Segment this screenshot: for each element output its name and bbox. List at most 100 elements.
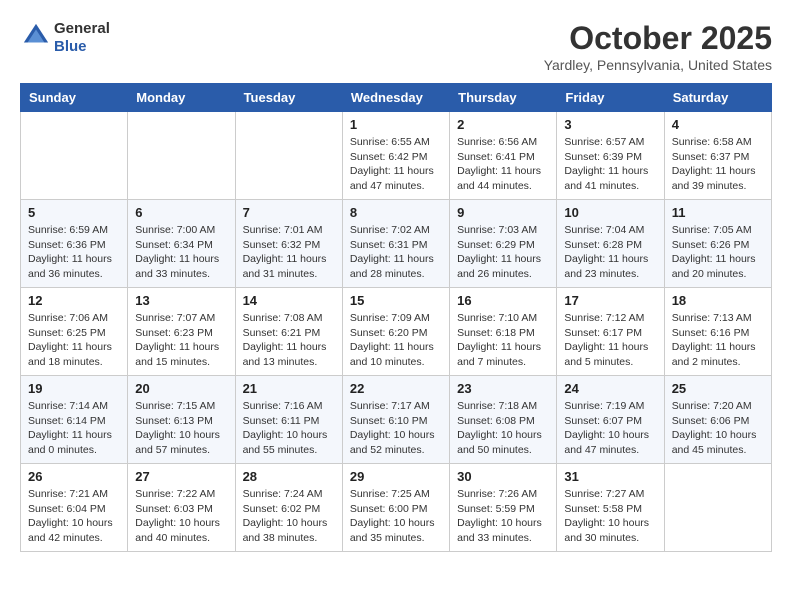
day-cell: 30Sunrise: 7:26 AM Sunset: 5:59 PM Dayli… — [450, 464, 557, 552]
day-number: 11 — [672, 205, 764, 220]
day-info: Sunrise: 6:55 AM Sunset: 6:42 PM Dayligh… — [350, 135, 442, 194]
day-cell: 28Sunrise: 7:24 AM Sunset: 6:02 PM Dayli… — [235, 464, 342, 552]
day-number: 13 — [135, 293, 227, 308]
day-cell: 14Sunrise: 7:08 AM Sunset: 6:21 PM Dayli… — [235, 288, 342, 376]
day-info: Sunrise: 7:20 AM Sunset: 6:06 PM Dayligh… — [672, 399, 764, 458]
day-info: Sunrise: 7:18 AM Sunset: 6:08 PM Dayligh… — [457, 399, 549, 458]
day-cell: 31 Sunrise: 7:27 AM Sunset: 5:58 PM Dayli… — [557, 464, 664, 552]
week-row-3: 12 Sunrise: 7:06 AM Sunset: 6:25 PM Dayli… — [21, 288, 772, 376]
day-info: Sunrise: 7:07 AM Sunset: 6:23 PM Dayligh… — [135, 311, 227, 370]
day-info: Sunrise: 7:03 AM Sunset: 6:29 PM Dayligh… — [457, 223, 549, 282]
day-number: 28 — [243, 469, 335, 484]
day-number: 31 — [564, 469, 656, 484]
day-number: 2 — [457, 117, 549, 132]
day-info: Sunrise: 7:15 AM Sunset: 6:13 PM Dayligh… — [135, 399, 227, 458]
weekday-header-row: SundayMondayTuesdayWednesdayThursdayFrid… — [21, 84, 772, 112]
weekday-header-monday: Monday — [128, 84, 235, 112]
day-number: 20 — [135, 381, 227, 396]
day-number: 8 — [350, 205, 442, 220]
day-number: 25 — [672, 381, 764, 396]
day-cell — [128, 112, 235, 200]
day-info: Sunrise: 7:27 AM Sunset: 5:58 PM Dayligh… — [564, 487, 656, 546]
day-info: Sunrise: 7:22 AM Sunset: 6:03 PM Dayligh… — [135, 487, 227, 546]
week-row-2: 5 Sunrise: 6:59 AM Sunset: 6:36 PM Daylig… — [21, 200, 772, 288]
day-cell: 16Sunrise: 7:10 AM Sunset: 6:18 PM Dayli… — [450, 288, 557, 376]
day-info: Sunrise: 7:10 AM Sunset: 6:18 PM Dayligh… — [457, 311, 549, 370]
day-cell: 1Sunrise: 6:55 AM Sunset: 6:42 PM Daylig… — [342, 112, 449, 200]
day-cell: 18 Sunrise: 7:13 AM Sunset: 6:16 PM Dayli… — [664, 288, 771, 376]
day-cell: 17 Sunrise: 7:12 AM Sunset: 6:17 PM Dayli… — [557, 288, 664, 376]
day-number: 3 — [564, 117, 656, 132]
day-number: 15 — [350, 293, 442, 308]
day-cell: 12 Sunrise: 7:06 AM Sunset: 6:25 PM Dayli… — [21, 288, 128, 376]
day-cell: 25 Sunrise: 7:20 AM Sunset: 6:06 PM Dayli… — [664, 376, 771, 464]
page-header: General Blue October 2025 Yardley, Penns… — [20, 20, 772, 73]
day-info: Sunrise: 7:25 AM Sunset: 6:00 PM Dayligh… — [350, 487, 442, 546]
day-number: 19 — [28, 381, 120, 396]
day-number: 12 — [28, 293, 120, 308]
day-number: 17 — [564, 293, 656, 308]
day-info: Sunrise: 7:08 AM Sunset: 6:21 PM Dayligh… — [243, 311, 335, 370]
day-info: Sunrise: 6:57 AM Sunset: 6:39 PM Dayligh… — [564, 135, 656, 194]
day-info: Sunrise: 7:00 AM Sunset: 6:34 PM Dayligh… — [135, 223, 227, 282]
weekday-header-friday: Friday — [557, 84, 664, 112]
weekday-header-wednesday: Wednesday — [342, 84, 449, 112]
logo-general: General — [54, 20, 110, 38]
week-row-4: 19 Sunrise: 7:14 AM Sunset: 6:14 PM Dayli… — [21, 376, 772, 464]
day-info: Sunrise: 7:12 AM Sunset: 6:17 PM Dayligh… — [564, 311, 656, 370]
day-info: Sunrise: 7:14 AM Sunset: 6:14 PM Dayligh… — [28, 399, 120, 458]
day-cell: 19 Sunrise: 7:14 AM Sunset: 6:14 PM Dayli… — [21, 376, 128, 464]
week-row-1: 1Sunrise: 6:55 AM Sunset: 6:42 PM Daylig… — [21, 112, 772, 200]
day-cell: 3 Sunrise: 6:57 AM Sunset: 6:39 PM Daylig… — [557, 112, 664, 200]
day-cell: 7Sunrise: 7:01 AM Sunset: 6:32 PM Daylig… — [235, 200, 342, 288]
day-number: 6 — [135, 205, 227, 220]
day-number: 23 — [457, 381, 549, 396]
day-info: Sunrise: 7:26 AM Sunset: 5:59 PM Dayligh… — [457, 487, 549, 546]
day-info: Sunrise: 6:59 AM Sunset: 6:36 PM Dayligh… — [28, 223, 120, 282]
day-number: 29 — [350, 469, 442, 484]
day-number: 7 — [243, 205, 335, 220]
day-info: Sunrise: 6:58 AM Sunset: 6:37 PM Dayligh… — [672, 135, 764, 194]
weekday-header-sunday: Sunday — [21, 84, 128, 112]
day-info: Sunrise: 6:56 AM Sunset: 6:41 PM Dayligh… — [457, 135, 549, 194]
day-cell: 22Sunrise: 7:17 AM Sunset: 6:10 PM Dayli… — [342, 376, 449, 464]
weekday-header-saturday: Saturday — [664, 84, 771, 112]
day-cell — [664, 464, 771, 552]
day-cell: 24 Sunrise: 7:19 AM Sunset: 6:07 PM Dayli… — [557, 376, 664, 464]
day-number: 27 — [135, 469, 227, 484]
day-info: Sunrise: 7:06 AM Sunset: 6:25 PM Dayligh… — [28, 311, 120, 370]
day-cell: 23 Sunrise: 7:18 AM Sunset: 6:08 PM Dayli… — [450, 376, 557, 464]
day-cell: 4 Sunrise: 6:58 AM Sunset: 6:37 PM Daylig… — [664, 112, 771, 200]
day-cell: 9 Sunrise: 7:03 AM Sunset: 6:29 PM Daylig… — [450, 200, 557, 288]
day-cell: 6 Sunrise: 7:00 AM Sunset: 6:34 PM Daylig… — [128, 200, 235, 288]
weekday-header-tuesday: Tuesday — [235, 84, 342, 112]
day-cell: 20 Sunrise: 7:15 AM Sunset: 6:13 PM Dayli… — [128, 376, 235, 464]
day-info: Sunrise: 7:13 AM Sunset: 6:16 PM Dayligh… — [672, 311, 764, 370]
day-cell: 26Sunrise: 7:21 AM Sunset: 6:04 PM Dayli… — [21, 464, 128, 552]
day-cell — [235, 112, 342, 200]
day-number: 9 — [457, 205, 549, 220]
month-title: October 2025 — [544, 20, 772, 57]
day-number: 24 — [564, 381, 656, 396]
day-info: Sunrise: 7:16 AM Sunset: 6:11 PM Dayligh… — [243, 399, 335, 458]
day-info: Sunrise: 7:05 AM Sunset: 6:26 PM Dayligh… — [672, 223, 764, 282]
day-cell: 10 Sunrise: 7:04 AM Sunset: 6:28 PM Dayli… — [557, 200, 664, 288]
day-cell: 27 Sunrise: 7:22 AM Sunset: 6:03 PM Dayli… — [128, 464, 235, 552]
weekday-header-thursday: Thursday — [450, 84, 557, 112]
day-cell: 11 Sunrise: 7:05 AM Sunset: 6:26 PM Dayli… — [664, 200, 771, 288]
day-cell: 15Sunrise: 7:09 AM Sunset: 6:20 PM Dayli… — [342, 288, 449, 376]
logo-icon — [22, 22, 50, 50]
day-number: 21 — [243, 381, 335, 396]
location: Yardley, Pennsylvania, United States — [544, 57, 772, 73]
day-number: 10 — [564, 205, 656, 220]
day-number: 4 — [672, 117, 764, 132]
day-info: Sunrise: 7:17 AM Sunset: 6:10 PM Dayligh… — [350, 399, 442, 458]
day-number: 26 — [28, 469, 120, 484]
day-info: Sunrise: 7:19 AM Sunset: 6:07 PM Dayligh… — [564, 399, 656, 458]
day-cell: 13 Sunrise: 7:07 AM Sunset: 6:23 PM Dayli… — [128, 288, 235, 376]
logo-blue: Blue — [54, 38, 110, 56]
day-number: 5 — [28, 205, 120, 220]
day-number: 18 — [672, 293, 764, 308]
day-cell — [21, 112, 128, 200]
day-info: Sunrise: 7:04 AM Sunset: 6:28 PM Dayligh… — [564, 223, 656, 282]
